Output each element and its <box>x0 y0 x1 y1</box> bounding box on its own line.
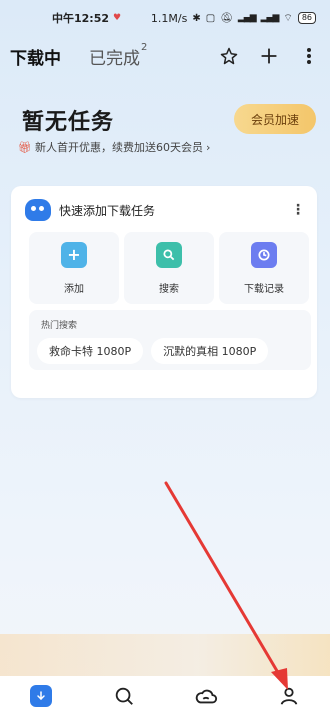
promo-link[interactable]: 🎁︎ 新人首开优惠，续费加送60天会员 › <box>18 139 210 155</box>
tab-completed[interactable]: 已完成2 <box>89 41 148 69</box>
signal-icon: ▂▄▆ <box>237 13 257 23</box>
blurred-banner <box>0 634 330 676</box>
chevron-right-icon: › <box>205 140 211 154</box>
search-icon <box>115 687 133 705</box>
plus-icon: + <box>61 241 87 268</box>
cloud-icon <box>196 689 218 703</box>
hot-search-chip[interactable]: 救命卡特 1080P <box>37 338 144 364</box>
hot-search-chip[interactable]: 沉默的真相 1080P <box>151 338 269 364</box>
quick-add-card: 快速添加下载任务 ⋮ + 添加 搜索 下载记录 热门搜索 救命卡特 1080P … <box>11 186 317 398</box>
top-nav: 下载中 已完成2 <box>0 36 330 76</box>
nav-search[interactable] <box>83 685 166 707</box>
tile-add-label: 添加 <box>64 283 84 295</box>
tab-completed-label: 已完成 <box>89 48 140 69</box>
empty-title: 暂无任务 <box>22 110 115 135</box>
profile-icon <box>280 687 297 705</box>
more-vertical-icon[interactable]: ⋮ <box>291 202 305 218</box>
completed-count: 2 <box>141 41 148 53</box>
bluetooth-icon: ✱ <box>192 12 201 24</box>
tab-downloading[interactable]: 下载中 <box>10 44 61 69</box>
tile-add[interactable]: + 添加 <box>29 232 119 304</box>
tile-search-label: 搜索 <box>159 283 179 295</box>
net-speed: 1.1M/s <box>150 11 188 25</box>
nav-profile[interactable] <box>248 685 330 707</box>
add-icon[interactable] <box>258 45 280 67</box>
download-icon <box>30 684 53 707</box>
search-icon <box>156 241 182 268</box>
wifi-icon: ⌔ <box>283 12 293 24</box>
nav-download[interactable] <box>0 684 83 707</box>
hot-searches: 热门搜索 救命卡特 1080P 沉默的真相 1080P <box>29 310 311 370</box>
gift-icon: 🎁︎ <box>18 140 32 154</box>
more-vertical-icon[interactable] <box>298 45 320 67</box>
status-time: 中午12:52 <box>52 12 110 25</box>
quick-actions: + 添加 搜索 下载记录 <box>29 232 311 304</box>
card-title: 快速添加下载任务 <box>59 203 156 218</box>
rocket-icon[interactable] <box>218 45 240 67</box>
tile-history-label: 下载记录 <box>244 283 284 295</box>
status-bar: 中午12:52 ♥ 1.1M/s ✱ ▢ 🔕︎ ▂▄▆ ▂▄▆ ⌔ 86 <box>0 0 330 36</box>
mascot-icon <box>25 199 51 221</box>
promo-text: 新人首开优惠，续费加送60天会员 <box>34 141 203 154</box>
signal-icon-2: ▂▄▆ <box>260 13 280 23</box>
hot-searches-title: 热门搜索 <box>41 321 78 331</box>
nav-cloud[interactable] <box>165 686 248 706</box>
mute-icon: 🔕︎ <box>220 12 233 24</box>
battery-indicator: 86 <box>297 12 316 24</box>
heart-icon: ♥ <box>113 13 122 23</box>
tile-history[interactable]: 下载记录 <box>219 232 309 304</box>
empty-state: 暂无任务 <box>22 104 114 136</box>
clock-icon <box>251 241 277 268</box>
vip-speedup-button[interactable]: 会员加速 <box>234 104 316 134</box>
bottom-nav <box>0 676 330 715</box>
tile-search[interactable]: 搜索 <box>124 232 214 304</box>
vibrate-icon: ▢ <box>205 12 216 24</box>
